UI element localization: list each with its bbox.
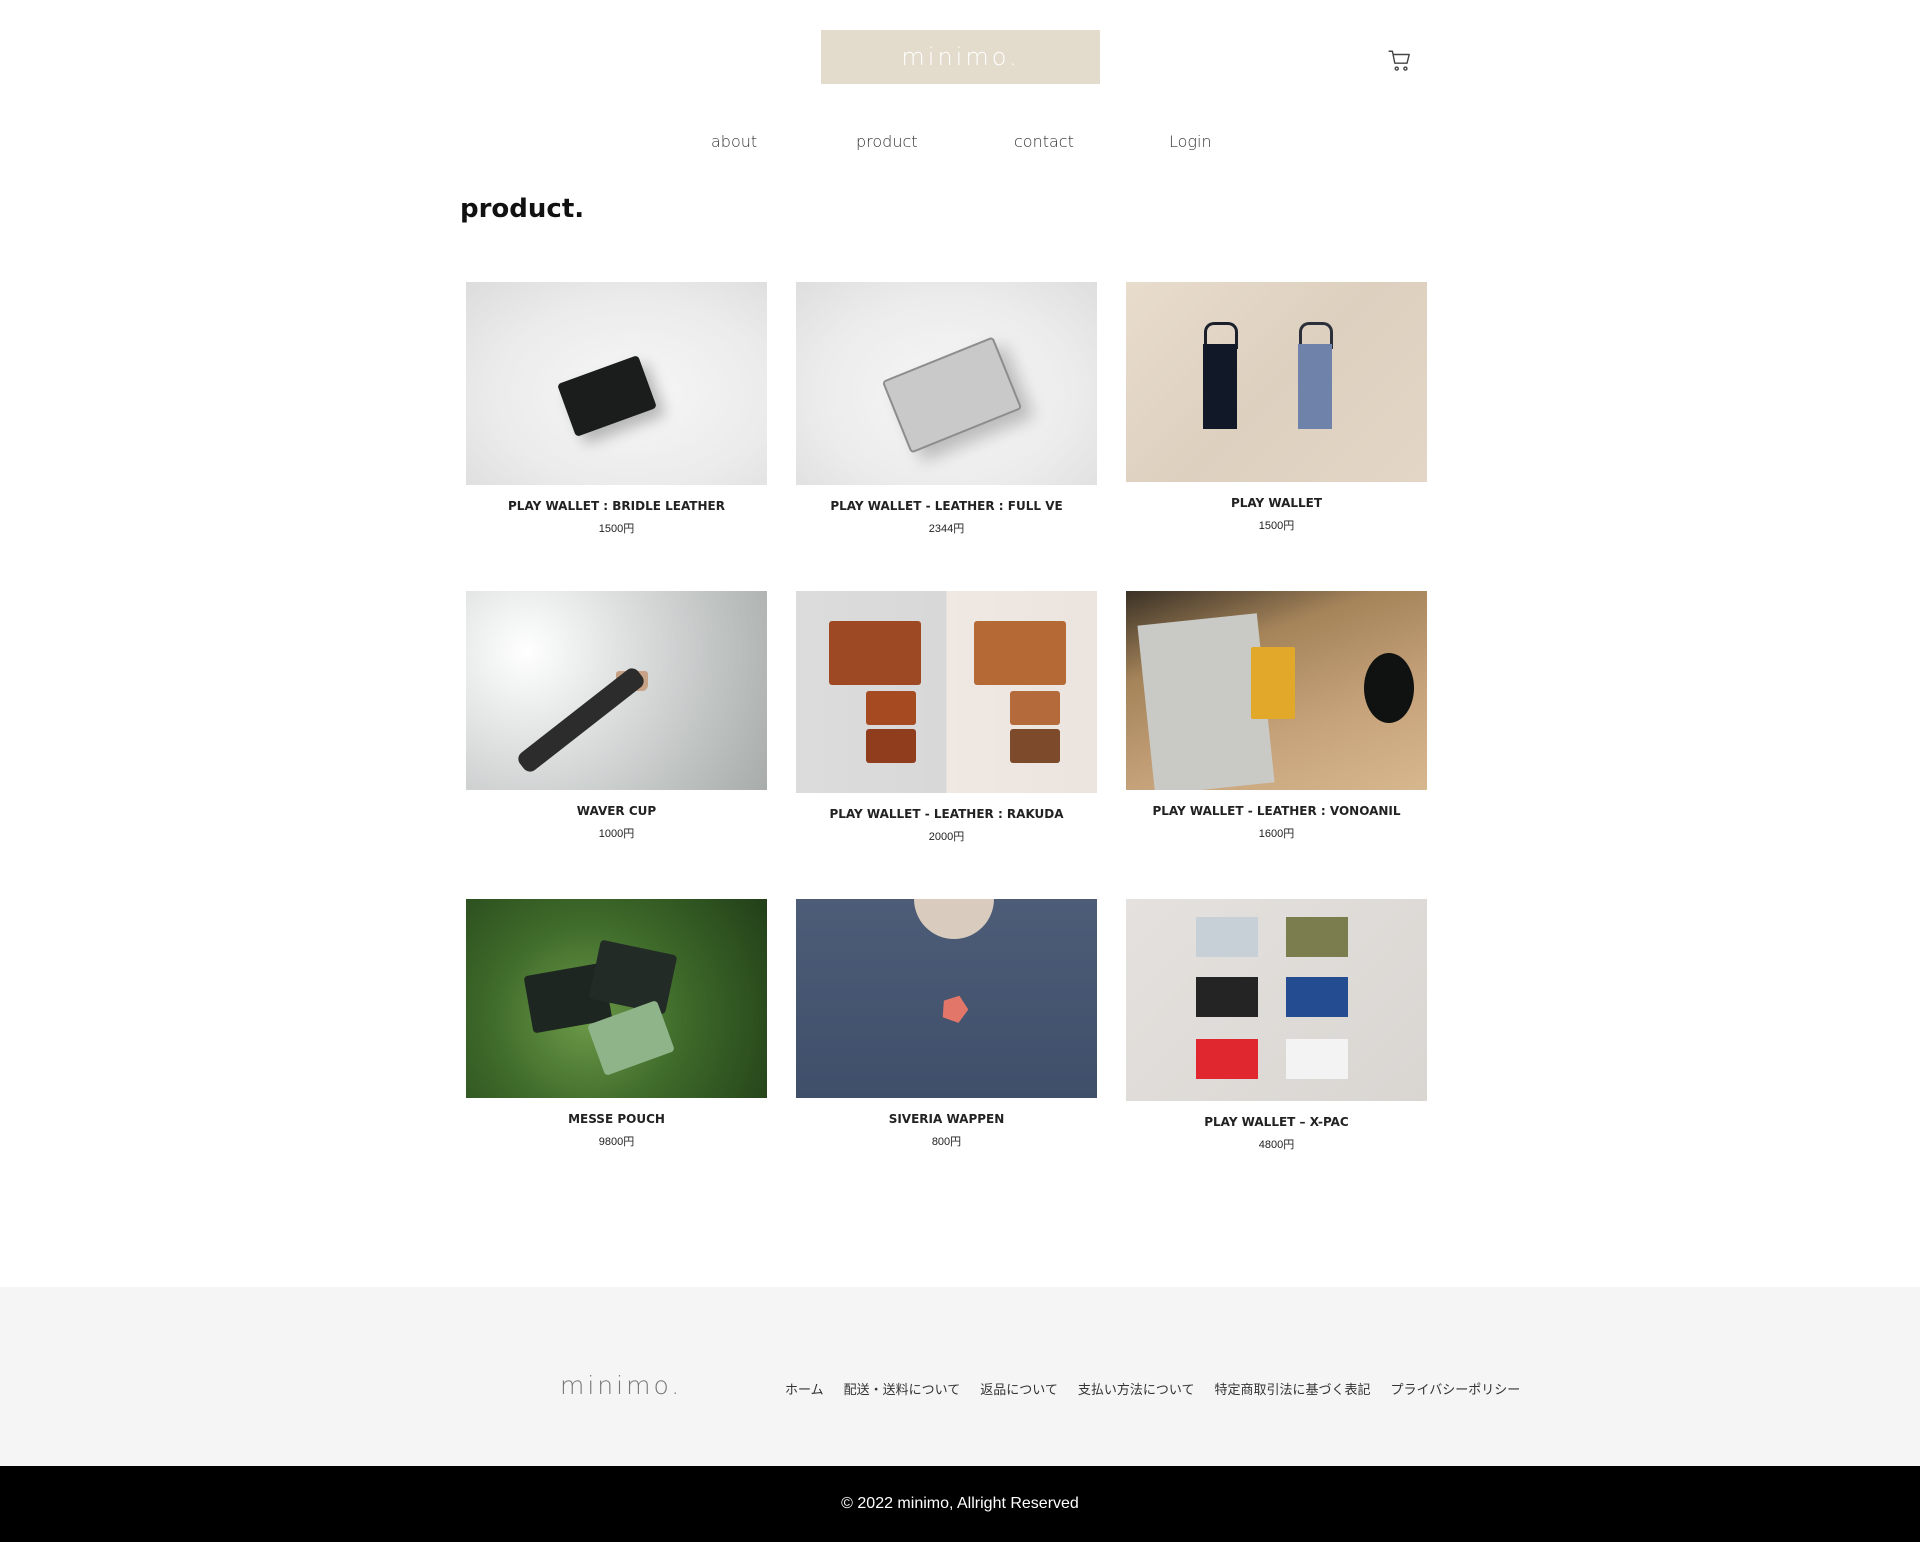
footer-logo[interactable]: minimo. bbox=[560, 1371, 682, 1400]
product-card[interactable]: PLAY WALLET 1500円 bbox=[1126, 282, 1427, 533]
product-card[interactable]: PLAY WALLET – X-PAC 4800円 bbox=[1126, 899, 1427, 1152]
product-price: 9800円 bbox=[598, 1136, 635, 1148]
product-image bbox=[796, 591, 1097, 793]
footer-link-legal-notice[interactable]: 特定商取引法に基づく表記 bbox=[1215, 1379, 1371, 1398]
product-name: PLAY WALLET - LEATHER : FULL VE bbox=[830, 499, 1063, 513]
page-title: product. bbox=[460, 194, 585, 224]
cart-button[interactable] bbox=[1387, 48, 1413, 74]
product-card[interactable]: MESSE POUCH 9800円 bbox=[466, 899, 767, 1149]
site-logo[interactable]: minimo. bbox=[821, 30, 1100, 84]
product-price: 2000円 bbox=[928, 831, 965, 843]
product-name: PLAY WALLET - LEATHER : RAKUDA bbox=[829, 807, 1064, 821]
product-name: SIVERIA WAPPEN bbox=[888, 1112, 1005, 1126]
product-image bbox=[466, 282, 767, 485]
copyright-bar: © 2022 minimo, Allright Reserved bbox=[0, 1466, 1920, 1542]
product-name: PLAY WALLET : BRIDLE LEATHER bbox=[508, 499, 725, 513]
product-card[interactable]: PLAY WALLET : BRIDLE LEATHER 1500円 bbox=[466, 282, 767, 536]
product-price: 1600円 bbox=[1258, 828, 1295, 840]
footer-link-returns[interactable]: 返品について bbox=[980, 1379, 1058, 1398]
product-card[interactable]: WAVER CUP 1000円 bbox=[466, 591, 767, 841]
product-image bbox=[1126, 899, 1427, 1101]
product-name: MESSE POUCH bbox=[568, 1112, 665, 1126]
product-name: PLAY WALLET – X-PAC bbox=[1204, 1115, 1349, 1129]
nav-login[interactable]: Login bbox=[1169, 132, 1212, 151]
footer-link-shipping[interactable]: 配送・送料について bbox=[844, 1379, 961, 1398]
product-image bbox=[1126, 591, 1427, 790]
product-price: 1500円 bbox=[1258, 520, 1295, 532]
cart-icon bbox=[1388, 50, 1410, 71]
product-price: 2344円 bbox=[928, 523, 965, 535]
product-price: 1000円 bbox=[598, 828, 635, 840]
product-name: WAVER CUP bbox=[576, 804, 657, 818]
product-price: 4800円 bbox=[1258, 1139, 1295, 1151]
product-price: 1500円 bbox=[598, 523, 635, 535]
product-image bbox=[796, 282, 1097, 485]
product-image bbox=[466, 899, 767, 1098]
product-image bbox=[796, 899, 1097, 1098]
copyright-text: © 2022 minimo, Allright Reserved bbox=[841, 1495, 1079, 1512]
product-name: PLAY WALLET bbox=[1230, 496, 1323, 510]
product-image bbox=[466, 591, 767, 790]
main-nav: about product contact Login bbox=[0, 132, 1920, 162]
footer-links: ホーム 配送・送料について 返品について 支払い方法について 特定商取引法に基づ… bbox=[785, 1379, 1520, 1398]
footer: minimo. ホーム 配送・送料について 返品について 支払い方法について 特… bbox=[0, 1287, 1920, 1466]
product-name: PLAY WALLET - LEATHER : VONOANIL bbox=[1152, 804, 1401, 818]
product-card[interactable]: PLAY WALLET - LEATHER : FULL VE 2344円 bbox=[796, 282, 1097, 536]
product-card[interactable]: PLAY WALLET - LEATHER : VONOANIL 1600円 bbox=[1126, 591, 1427, 841]
footer-link-home[interactable]: ホーム bbox=[785, 1379, 824, 1398]
product-price: 800円 bbox=[931, 1136, 962, 1148]
site-logo-text: minimo. bbox=[901, 43, 1020, 71]
footer-link-privacy[interactable]: プライバシーポリシー bbox=[1391, 1379, 1521, 1398]
product-card[interactable]: PLAY WALLET - LEATHER : RAKUDA 2000円 bbox=[796, 591, 1097, 844]
nav-product[interactable]: product bbox=[856, 132, 918, 151]
product-image bbox=[1126, 282, 1427, 482]
footer-link-payment[interactable]: 支払い方法について bbox=[1078, 1379, 1195, 1398]
product-card[interactable]: SIVERIA WAPPEN 800円 bbox=[796, 899, 1097, 1149]
nav-about[interactable]: about bbox=[711, 132, 757, 151]
nav-contact[interactable]: contact bbox=[1014, 132, 1074, 151]
